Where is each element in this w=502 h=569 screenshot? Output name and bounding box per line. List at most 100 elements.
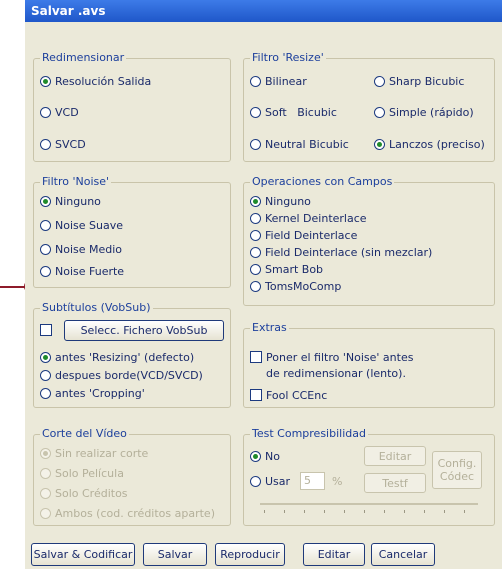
radio-icon — [250, 246, 261, 258]
config-codec-button[interactable]: Config. Códec — [432, 451, 482, 489]
test-compresibilidad-group: Test Compresibilidad No Usar 5 % Editar … — [243, 427, 495, 526]
slider-tick — [444, 510, 445, 513]
radio-resolucion-salida[interactable]: Resolución Salida — [40, 73, 151, 89]
extras-title: Extras — [250, 321, 289, 334]
radio-icon — [40, 106, 51, 118]
radio-icon — [40, 369, 51, 381]
operaciones-campos-title: Operaciones con Campos — [250, 175, 395, 188]
radio-vcd[interactable]: VCD — [40, 104, 79, 120]
radio-icon — [40, 265, 51, 277]
filtro-resize-title: Filtro 'Resize' — [250, 51, 326, 64]
radio-icon — [250, 229, 261, 241]
filtro-noise-group: Filtro 'Noise' Ninguno Noise Suave Noise… — [33, 175, 231, 288]
radio-field-deinterlace-sin-mezclar[interactable]: Field Deinterlace (sin mezclar) — [250, 244, 432, 260]
salvar-button[interactable]: Salvar — [143, 543, 207, 566]
radio-solo-creditos[interactable]: Solo Créditos — [40, 485, 128, 501]
slider-tick — [384, 510, 385, 513]
slider-tick — [264, 510, 265, 513]
radio-icon — [250, 475, 261, 487]
operaciones-campos-group: Operaciones con Campos Ninguno Kernel De… — [243, 175, 495, 306]
radio-field-deinterlace[interactable]: Field Deinterlace — [250, 227, 357, 243]
test-slider[interactable] — [260, 503, 478, 505]
radio-icon — [250, 280, 261, 292]
radio-icon — [40, 138, 51, 150]
radio-campos-ninguno[interactable]: Ninguno — [250, 193, 311, 209]
radio-checked-icon — [250, 450, 261, 462]
radio-icon — [250, 263, 261, 275]
radio-solo-pelicula[interactable]: Solo Película — [40, 465, 124, 481]
slider-tick — [284, 510, 285, 513]
selecc-fichero-vobsub-button[interactable]: Selecc. Fichero VobSub — [64, 320, 224, 341]
radio-icon — [374, 106, 385, 118]
radio-checked-icon — [250, 195, 261, 207]
radio-lanczos-preciso[interactable]: Lanczos (preciso) — [374, 136, 485, 152]
slider-tick — [344, 510, 345, 513]
subtitulos-checkbox[interactable] — [40, 322, 56, 338]
slider-tick — [404, 510, 405, 513]
test-compresibilidad-title: Test Compresibilidad — [250, 427, 368, 440]
cancelar-button[interactable]: Cancelar — [371, 543, 435, 566]
filtro-resize-group: Filtro 'Resize' Bilinear Sharp Bicubic S… — [243, 51, 495, 162]
window-title: Salvar .avs — [25, 0, 502, 22]
radio-noise-suave[interactable]: Noise Suave — [40, 217, 123, 233]
radio-sharp-bicubic[interactable]: Sharp Bicubic — [374, 73, 464, 89]
radio-icon — [40, 219, 51, 231]
corte-video-group: Corte del Vídeo Sin realizar corte Solo … — [33, 427, 231, 526]
percent-label: % — [332, 475, 343, 488]
radio-icon — [40, 507, 51, 519]
slider-tick — [364, 510, 365, 513]
radio-neutral-bicubic[interactable]: Neutral Bicubic — [250, 136, 349, 152]
radio-ambos[interactable]: Ambos (cod. créditos aparte) — [40, 505, 215, 521]
radio-checked-icon — [40, 351, 51, 363]
checkbox-icon — [250, 351, 262, 363]
checkbox-icon — [40, 324, 52, 336]
radio-noise-fuerte[interactable]: Noise Fuerte — [40, 263, 124, 279]
radio-icon — [40, 243, 51, 255]
radio-antes-resizing[interactable]: antes 'Resizing' (defecto) — [40, 349, 194, 365]
redimensionar-title: Redimensionar — [40, 51, 127, 64]
radio-test-no[interactable]: No — [250, 448, 280, 464]
radio-icon — [40, 387, 51, 399]
corte-video-title: Corte del Vídeo — [40, 427, 129, 440]
radio-kernel-deinterlace[interactable]: Kernel Deinterlace — [250, 210, 367, 226]
slider-tick — [324, 510, 325, 513]
radio-despues-borde[interactable]: despues borde(VCD/SVCD) — [40, 367, 203, 383]
radio-test-usar[interactable]: Usar — [250, 473, 290, 489]
radio-checked-icon — [40, 195, 51, 207]
fool-ccenc-checkbox[interactable]: Fool CCEnc — [250, 387, 327, 403]
test-percent-input[interactable]: 5 — [300, 472, 325, 490]
radio-icon — [40, 467, 51, 479]
radio-tomsmocomp[interactable]: TomsMoComp — [250, 278, 341, 294]
test-testf-button[interactable]: Testf — [364, 473, 426, 493]
radio-noise-ninguno[interactable]: Ninguno — [40, 193, 101, 209]
radio-icon — [250, 75, 261, 87]
slider-tick — [424, 510, 425, 513]
extras-group: Extras Poner el filtro 'Noise' antes de … — [243, 321, 495, 408]
radio-soft-bicubic[interactable]: Soft Bicubic — [250, 104, 337, 120]
radio-checked-icon — [374, 138, 385, 150]
subtitulos-group: Subtítulos (VobSub) Selecc. Fichero VobS… — [33, 301, 231, 408]
noise-antes-checkbox[interactable]: Poner el filtro 'Noise' antes — [250, 349, 413, 365]
radio-simple-rapido[interactable]: Simple (rápido) — [374, 104, 474, 120]
radio-noise-medio[interactable]: Noise Medio — [40, 241, 122, 257]
radio-sin-realizar-corte[interactable]: Sin realizar corte — [40, 445, 148, 461]
editar-button[interactable]: Editar — [303, 543, 365, 566]
noise-antes-label-line2: de redimensionar (lento). — [266, 367, 406, 380]
radio-antes-cropping[interactable]: antes 'Cropping' — [40, 385, 145, 401]
radio-bilinear[interactable]: Bilinear — [250, 73, 307, 89]
subtitulos-title: Subtítulos (VobSub) — [40, 301, 153, 314]
test-editar-button[interactable]: Editar — [364, 446, 426, 466]
radio-smart-bob[interactable]: Smart Bob — [250, 261, 323, 277]
slider-tick — [304, 510, 305, 513]
filtro-noise-title: Filtro 'Noise' — [40, 175, 112, 188]
radio-svcd[interactable]: SVCD — [40, 136, 86, 152]
redimensionar-group: Redimensionar Resolución Salida VCD SVCD — [33, 51, 231, 162]
radio-icon — [374, 75, 385, 87]
radio-icon — [250, 106, 261, 118]
salvar-codificar-button[interactable]: Salvar & Codificar — [31, 543, 135, 566]
radio-icon — [40, 487, 51, 499]
reproducir-button[interactable]: Reproducir — [215, 543, 285, 566]
radio-icon — [250, 138, 261, 150]
slider-tick — [464, 510, 465, 513]
radio-checked-icon — [40, 447, 51, 459]
